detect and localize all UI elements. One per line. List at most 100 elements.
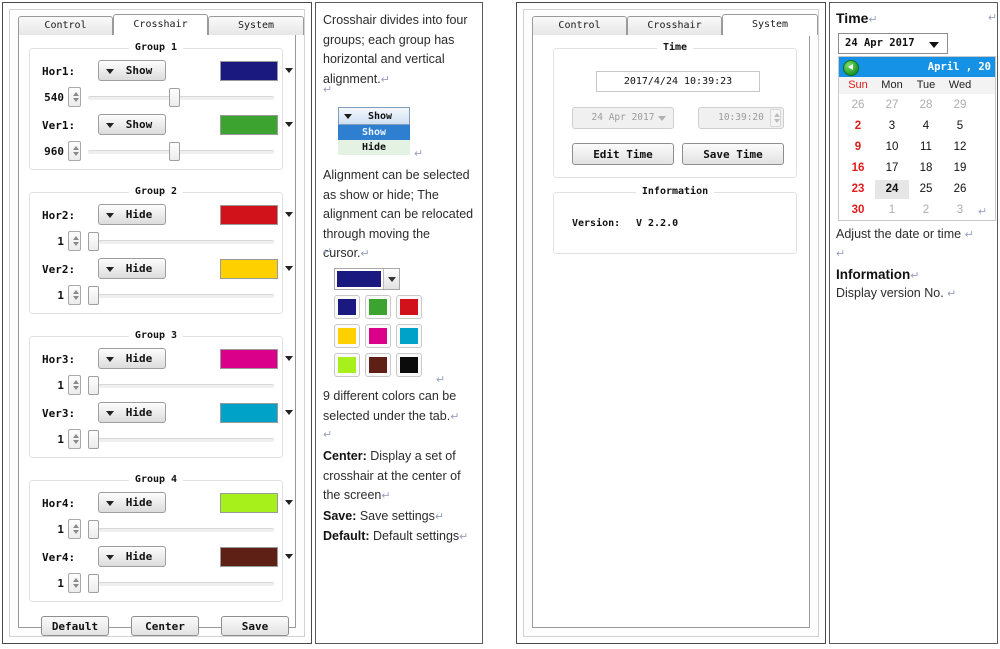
visibility-combo-hor4[interactable]: Hide	[98, 492, 166, 513]
color-swatch-ver3[interactable]	[220, 403, 278, 423]
day-cell[interactable]: 3	[943, 201, 977, 220]
visibility-combo-ver2[interactable]: Hide	[98, 258, 166, 279]
spinner-ver2[interactable]	[68, 285, 81, 305]
palette-cell-4[interactable]	[334, 324, 360, 348]
slider-thumb-hor2[interactable]	[88, 232, 99, 251]
day-cell[interactable]: 26	[841, 96, 875, 115]
palette-cell-8[interactable]	[365, 353, 391, 377]
day-cell[interactable]: 19	[943, 159, 977, 178]
edit-time-button[interactable]: Edit Time	[572, 143, 674, 165]
spinner-hor3[interactable]	[68, 375, 81, 395]
day-cell[interactable]: 4	[909, 117, 943, 136]
chevron-down-icon-ver1[interactable]	[285, 122, 293, 127]
chevron-down-icon-date[interactable]	[658, 116, 666, 121]
color-swatch-hor3[interactable]	[220, 349, 278, 369]
chevron-down-icon-ver3[interactable]	[285, 410, 293, 415]
spinner-hor2[interactable]	[68, 231, 81, 251]
palette-demo-combo[interactable]	[334, 268, 400, 290]
tab-crosshair-system[interactable]: Crosshair	[627, 16, 722, 35]
slider-track-hor1[interactable]	[88, 96, 274, 100]
chevron-down-icon-hor1[interactable]	[285, 68, 293, 73]
day-cell[interactable]: 11	[909, 138, 943, 157]
slider-thumb-hor4[interactable]	[88, 520, 99, 539]
chevron-down-icon[interactable]	[383, 269, 399, 289]
day-cell[interactable]: 25	[909, 180, 943, 199]
palette-cell-9[interactable]	[396, 353, 422, 377]
default-button[interactable]: Default	[41, 616, 109, 636]
notes-date-combo[interactable]: 24 Apr 2017	[838, 33, 948, 54]
day-cell[interactable]: 12	[943, 138, 977, 157]
color-swatch-ver4[interactable]	[220, 547, 278, 567]
spinner-hor1[interactable]	[68, 87, 81, 107]
dropdown-demo-combo[interactable]: Show	[338, 107, 410, 125]
slider-track-hor2[interactable]	[88, 240, 274, 244]
chevron-down-icon-ver2[interactable]	[285, 266, 293, 271]
spinner-ver1[interactable]	[68, 141, 81, 161]
tab-system[interactable]: System	[208, 16, 304, 35]
day-cell[interactable]: 29	[943, 96, 977, 115]
slider-track-hor3[interactable]	[88, 384, 274, 388]
day-cell[interactable]: 5	[943, 117, 977, 136]
day-cell[interactable]: 27	[875, 96, 909, 115]
slider-thumb-ver4[interactable]	[88, 574, 99, 593]
palette-cell-2[interactable]	[365, 295, 391, 319]
day-cell[interactable]: 28	[909, 96, 943, 115]
center-button[interactable]: Center	[131, 616, 199, 636]
day-cell[interactable]: 2	[909, 201, 943, 220]
visibility-combo-ver4[interactable]: Hide	[98, 546, 166, 567]
palette-cell-3[interactable]	[396, 295, 422, 319]
color-swatch-hor4[interactable]	[220, 493, 278, 513]
slider-thumb-ver3[interactable]	[88, 430, 99, 449]
visibility-combo-hor3[interactable]: Hide	[98, 348, 166, 369]
day-cell[interactable]: 9	[841, 138, 875, 157]
visibility-combo-ver1[interactable]: Show	[98, 114, 166, 135]
spinner-hor4[interactable]	[68, 519, 81, 539]
palette-cell-5[interactable]	[365, 324, 391, 348]
chevron-down-icon-ver4[interactable]	[285, 554, 293, 559]
day-cell[interactable]: 23	[841, 180, 875, 199]
day-cell[interactable]: 17	[875, 159, 909, 178]
slider-track-hor4[interactable]	[88, 528, 274, 532]
save-button[interactable]: Save	[221, 616, 289, 636]
slider-track-ver1[interactable]	[88, 150, 274, 154]
slider-thumb-hor3[interactable]	[88, 376, 99, 395]
slider-track-ver2[interactable]	[88, 294, 274, 298]
color-swatch-ver1[interactable]	[220, 115, 278, 135]
slider-thumb-ver2[interactable]	[88, 286, 99, 305]
day-cell[interactable]: 16	[841, 159, 875, 178]
day-cell[interactable]: 3	[875, 117, 909, 136]
day-cell[interactable]: 26	[943, 180, 977, 199]
time-spinner[interactable]	[770, 109, 781, 127]
day-cell[interactable]: 30	[841, 201, 875, 220]
tab-crosshair[interactable]: Crosshair	[113, 14, 208, 35]
tab-control[interactable]: Control	[18, 16, 113, 35]
tab-system-system[interactable]: System	[722, 14, 818, 35]
day-cell-selected[interactable]: 24	[875, 180, 909, 199]
slider-thumb-ver1[interactable]	[169, 142, 180, 161]
chevron-down-icon-hor4[interactable]	[285, 500, 293, 505]
day-cell[interactable]: 2	[841, 117, 875, 136]
palette-cell-7[interactable]	[334, 353, 360, 377]
slider-track-ver4[interactable]	[88, 582, 274, 586]
calendar-month-label[interactable]: April , 20	[928, 57, 991, 77]
back-arrow-icon[interactable]	[843, 60, 859, 76]
slider-thumb-hor1[interactable]	[169, 88, 180, 107]
chevron-down-icon-hor3[interactable]	[285, 356, 293, 361]
visibility-combo-ver3[interactable]: Hide	[98, 402, 166, 423]
day-cell[interactable]: 18	[909, 159, 943, 178]
color-swatch-hor1[interactable]	[220, 61, 278, 81]
color-swatch-ver2[interactable]	[220, 259, 278, 279]
tab-control-system[interactable]: Control	[532, 16, 627, 35]
chevron-down-icon-hor2[interactable]	[285, 212, 293, 217]
palette-cell-6[interactable]	[396, 324, 422, 348]
day-cell[interactable]: 1	[875, 201, 909, 220]
spinner-ver3[interactable]	[68, 429, 81, 449]
visibility-combo-hor2[interactable]: Hide	[98, 204, 166, 225]
slider-track-ver3[interactable]	[88, 438, 274, 442]
day-cell[interactable]: 10	[875, 138, 909, 157]
spinner-ver4[interactable]	[68, 573, 81, 593]
dropdown-option-show[interactable]: Show	[338, 125, 410, 140]
dropdown-option-hide[interactable]: Hide	[338, 140, 410, 155]
visibility-combo-hor1[interactable]: Show	[98, 60, 166, 81]
color-swatch-hor2[interactable]	[220, 205, 278, 225]
